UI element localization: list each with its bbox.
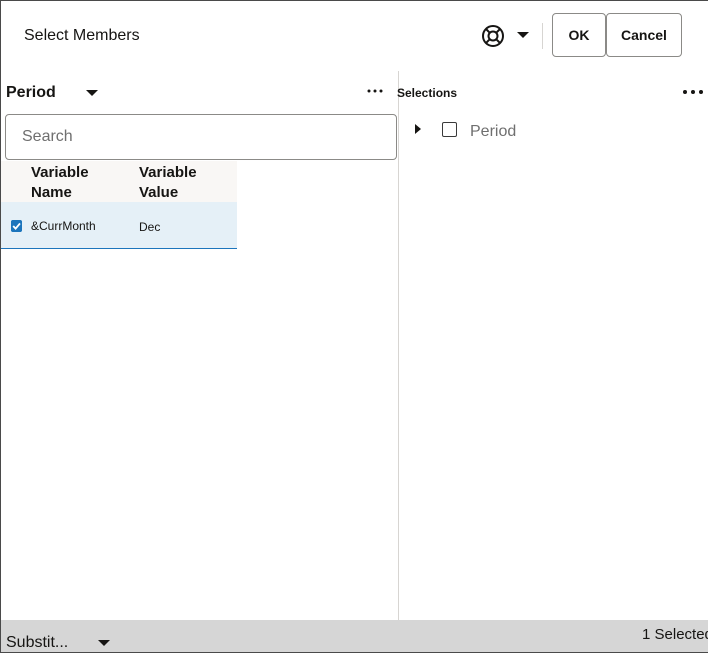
dimension-label: Period [6, 84, 56, 101]
tree-item-period: Period [399, 119, 699, 143]
variables-table: Variable Name Variable Value &CurrMonth De… [1, 161, 237, 249]
dialog-title: Select Members [24, 27, 140, 44]
selected-count: 1 Selected [642, 626, 708, 643]
variable-value-cell: Dec [139, 220, 161, 234]
tree-item-label: Period [470, 123, 517, 140]
select-members-dialog: Select Members OK Cancel Period Search V… [0, 0, 708, 653]
search-input[interactable] [7, 116, 395, 158]
table-row[interactable]: &CurrMonth Dec [1, 202, 237, 249]
checkbox-checked-icon[interactable] [11, 220, 22, 232]
dialog-header: Select Members OK Cancel [1, 1, 708, 71]
ok-button[interactable]: OK [552, 13, 606, 57]
filter-dropdown-label: Substit... [6, 634, 69, 651]
more-options-icon[interactable] [365, 83, 385, 99]
filter-dropdown[interactable]: Substit... [1, 620, 121, 652]
header-divider [542, 23, 543, 49]
column-header-variable-value[interactable]: Variable Value [139, 163, 229, 203]
more-options-icon[interactable] [681, 84, 705, 100]
chevron-down-icon [98, 640, 110, 646]
lifebuoy-icon[interactable] [481, 24, 505, 48]
search-box [5, 114, 397, 160]
help-menu-chevron-down-icon[interactable] [515, 28, 531, 42]
dimension-chevron-down-icon[interactable] [85, 88, 99, 98]
cancel-button[interactable]: Cancel [606, 13, 682, 57]
variable-name-cell: &CurrMonth [31, 219, 96, 233]
status-bar: Substit... 1 Selected [1, 620, 708, 652]
selections-title: Selections [397, 86, 458, 100]
column-header-variable-name[interactable]: Variable Name [31, 163, 131, 203]
selections-panel: Selections Period [397, 71, 708, 620]
expand-triangle-icon[interactable] [414, 123, 422, 135]
members-panel: Period VariableName VariableValue &CurrM… [1, 71, 398, 620]
table-header: Variable Name Variable Value [1, 161, 237, 202]
tree-item-checkbox[interactable] [442, 122, 457, 137]
